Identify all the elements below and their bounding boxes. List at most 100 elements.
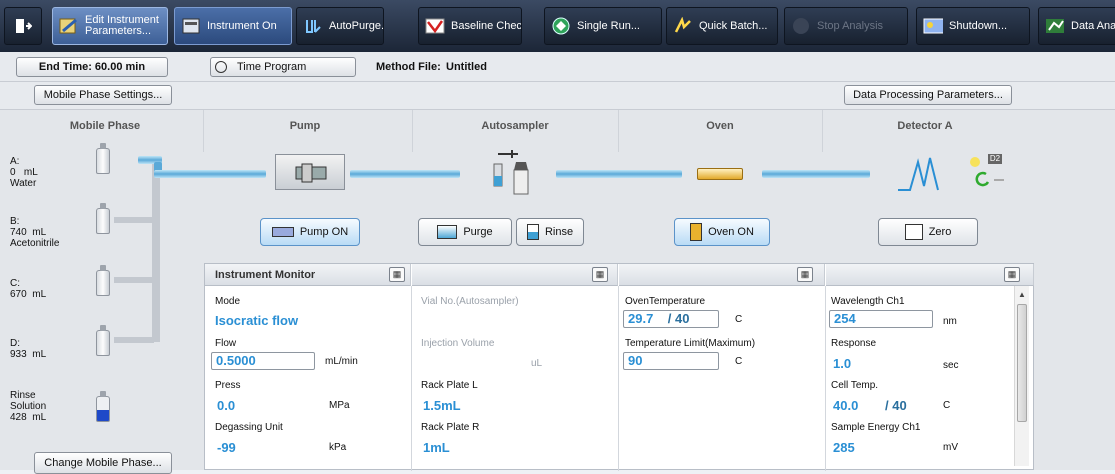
oven-on-button[interactable]: Oven ON xyxy=(674,218,770,246)
mode-value: Isocratic flow xyxy=(215,313,299,328)
shutdown-label: Shutdown... xyxy=(949,20,1008,32)
purge-button[interactable]: Purge xyxy=(418,218,512,246)
monitor-divider xyxy=(411,286,412,471)
rack-plate-r-value: 1mL xyxy=(423,440,450,455)
instrument-icon xyxy=(181,16,201,36)
quick-batch-label: Quick Batch... xyxy=(699,20,768,32)
mp-c-amount: 670 xyxy=(10,289,27,300)
monitor-title: Instrument Monitor xyxy=(215,269,316,281)
shutdown-button[interactable]: Shutdown... xyxy=(916,7,1030,45)
stop-analysis-icon xyxy=(791,16,811,36)
bottle-a-icon[interactable] xyxy=(96,143,110,174)
press-label: Press xyxy=(215,380,241,391)
rinse-label-1: Rinse xyxy=(10,390,36,401)
response-unit: sec xyxy=(943,360,959,371)
grid-settings-icon[interactable]: ▦ xyxy=(797,267,813,282)
flow-input[interactable]: 0.5000 xyxy=(211,352,315,370)
pump-icon[interactable] xyxy=(275,154,345,190)
mp-d-amount: 933 xyxy=(10,349,27,360)
manifold-branch xyxy=(114,337,154,343)
column-divider xyxy=(822,110,823,152)
data-processing-parameters-button[interactable]: Data Processing Parameters... xyxy=(844,85,1012,105)
instrument-monitor-panel: Instrument Monitor ▦ ▦ ▦ ▦ Mode Isocrati… xyxy=(204,263,1034,471)
time-program-button[interactable]: Time Program xyxy=(210,57,356,77)
stop-analysis-label: Stop Analysis xyxy=(817,20,884,32)
rinse-button[interactable]: Rinse xyxy=(516,218,584,246)
edit-instrument-parameters-button[interactable]: Edit Instrument Parameters... xyxy=(52,7,168,45)
oven-column-icon[interactable] xyxy=(697,168,743,180)
data-analysis-button[interactable]: Data Analy xyxy=(1038,7,1115,45)
monitor-scrollbar[interactable]: ▲ xyxy=(1014,286,1029,466)
wavelength-unit: nm xyxy=(943,316,957,327)
bottle-b-icon[interactable] xyxy=(96,203,110,234)
grid-settings-icon[interactable]: ▦ xyxy=(1004,267,1020,282)
temp-limit-input[interactable]: 90 xyxy=(623,352,719,370)
manifold-pipe xyxy=(152,162,160,342)
mobile-phase-settings-button[interactable]: Mobile Phase Settings... xyxy=(34,85,172,105)
degassing-label: Degassing Unit xyxy=(215,422,283,433)
autopurge-button[interactable]: AutoPurge... xyxy=(296,7,384,45)
mp-b-letter: B: xyxy=(10,216,20,227)
autosampler-icon[interactable] xyxy=(486,148,546,198)
instrument-on-button[interactable]: Instrument On xyxy=(174,7,292,45)
bottle-d-icon[interactable] xyxy=(96,325,110,356)
pump-on-label: Pump ON xyxy=(299,226,349,238)
flow-pipe xyxy=(350,170,460,178)
rinse-bottle-icon[interactable] xyxy=(96,391,110,422)
method-file-label: Method File: xyxy=(376,61,441,73)
pump-on-button[interactable]: Pump ON xyxy=(260,218,360,246)
temp-limit-label: Temperature Limit(Maximum) xyxy=(625,338,756,349)
oven-header: Oven xyxy=(706,120,734,132)
oven-temp-input[interactable]: 29.7 / 40 xyxy=(623,310,719,328)
wavelength-input[interactable]: 254 xyxy=(829,310,933,328)
single-run-button[interactable]: Single Run... xyxy=(544,7,662,45)
zero-button[interactable]: Zero xyxy=(878,218,978,246)
manifold-branch xyxy=(114,217,154,223)
monitor-divider xyxy=(825,286,826,471)
exit-door-icon xyxy=(13,16,33,36)
stop-analysis-button[interactable]: Stop Analysis xyxy=(784,7,908,45)
edit-parameters-icon xyxy=(59,16,79,36)
scrollbar-thumb[interactable] xyxy=(1017,304,1027,422)
mp-a-name: Water xyxy=(10,178,37,189)
column-divider xyxy=(203,110,204,152)
grid-settings-icon[interactable]: ▦ xyxy=(592,267,608,282)
autosampler-header: Autosampler xyxy=(481,120,549,132)
flow-pipe xyxy=(556,170,682,178)
time-program-label: Time Program xyxy=(237,61,307,73)
baseline-check-button[interactable]: Baseline Check xyxy=(418,7,522,45)
rinse-amount: 428 xyxy=(10,412,27,423)
grid-settings-icon[interactable]: ▦ xyxy=(389,267,405,282)
oven-temp-label: OvenTemperature xyxy=(625,296,706,307)
exit-button[interactable] xyxy=(4,7,42,45)
cell-temp-label: Cell Temp. xyxy=(831,380,879,391)
clock-icon xyxy=(215,61,227,73)
oven-temp-setpoint: / 40 xyxy=(667,311,690,326)
detector-header: Detector A xyxy=(897,120,953,132)
rack-plate-l-value: 1.5mL xyxy=(423,398,461,413)
mp-a-letter: A: xyxy=(10,156,20,167)
cell-temp-setpoint: / 40 xyxy=(885,398,907,413)
quick-batch-button[interactable]: Quick Batch... xyxy=(666,7,778,45)
change-mobile-phase-button[interactable]: Change Mobile Phase... xyxy=(34,452,172,474)
d2-lamp-badge: D2 xyxy=(988,154,1002,164)
bottle-c-icon[interactable] xyxy=(96,265,110,296)
vial-no-label: Vial No.(Autosampler) xyxy=(421,296,519,307)
quick-batch-icon xyxy=(673,16,693,36)
temp-limit-unit: C xyxy=(735,356,743,367)
rinse-solution: Rinse Solution 428 mL xyxy=(10,390,46,423)
flow-pipe xyxy=(762,170,870,178)
mp-b-unit: mL xyxy=(32,227,47,238)
end-time-button[interactable]: End Time: 60.00 min xyxy=(16,57,168,77)
rack-plate-l-label: Rack Plate L xyxy=(421,380,478,391)
mobile-phase-d: D: 933 mL xyxy=(10,338,46,360)
rinse-icon xyxy=(526,224,539,240)
column-divider xyxy=(618,110,619,152)
cell-temp-value: 40.0 xyxy=(833,398,859,413)
autopurge-icon xyxy=(303,16,323,36)
scroll-up-icon[interactable]: ▲ xyxy=(1018,290,1026,299)
monitor-header-oven: ▦ xyxy=(619,264,825,286)
rinse-label-2: Solution xyxy=(10,401,47,412)
injection-volume-unit: uL xyxy=(531,358,543,369)
purge-label: Purge xyxy=(463,226,493,238)
